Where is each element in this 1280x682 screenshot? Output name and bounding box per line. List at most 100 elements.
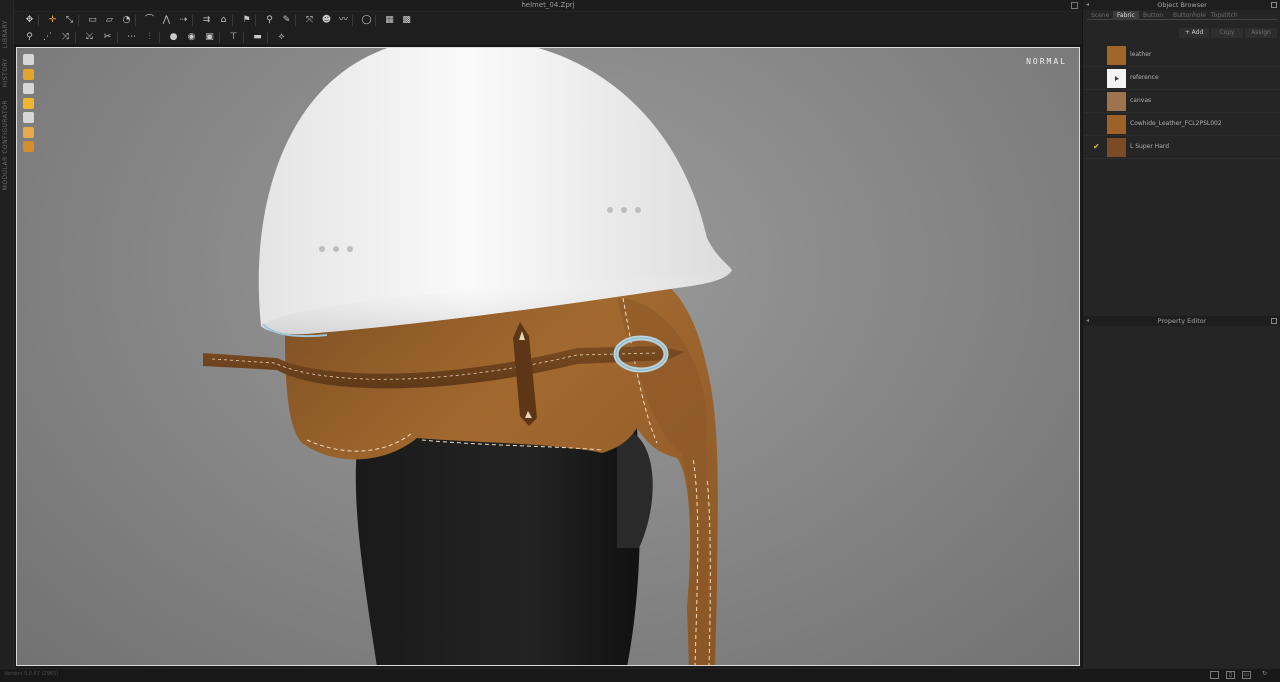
edit-point-icon[interactable]: ⤡	[64, 15, 75, 26]
fabric-list-item[interactable]: reference	[1083, 67, 1280, 90]
default-fabric-check-icon: ✔	[1093, 142, 1100, 151]
fabric-swatch[interactable]	[1107, 69, 1126, 88]
grid-icon[interactable]: ▦	[384, 15, 395, 26]
avatar-skin-icon[interactable]	[23, 126, 34, 138]
layout-pattern-icon[interactable]: ▭	[1242, 671, 1251, 679]
tack-icon[interactable]: ⚑	[241, 15, 252, 26]
vent-holes-left	[319, 246, 353, 252]
panel-pin-icon[interactable]: ◂	[1086, 316, 1089, 326]
fit-avatar-icon[interactable]: ☻	[321, 15, 332, 26]
toolbar-separator	[38, 15, 39, 26]
free-sewing-icon[interactable]: ⇉	[201, 15, 212, 26]
strengthen-icon[interactable]: ⤩	[84, 32, 95, 43]
create-rectangle-icon[interactable]: ▭	[87, 15, 98, 26]
toolbar-separator	[219, 32, 220, 43]
fabric-swatch[interactable]	[1107, 115, 1126, 134]
fabric-name: reference	[1130, 74, 1159, 81]
unfold-icon[interactable]: ⤧	[304, 15, 315, 26]
layout-single-icon[interactable]	[1210, 671, 1219, 679]
app-window: LIBRARY HISTORY MODULAR CONFIGURATOR hel…	[0, 0, 1280, 682]
tape-icon[interactable]: 〰	[338, 15, 349, 26]
library-tab[interactable]: LIBRARY	[2, 20, 9, 48]
shirring-icon[interactable]: ⤨	[60, 32, 71, 43]
fabric-list-item[interactable]: leather	[1083, 44, 1280, 67]
toolbar-separator	[243, 32, 244, 43]
add-fabric-button[interactable]: + Add	[1179, 28, 1209, 38]
title-bar: helmet_04.Zprj	[14, 0, 1082, 12]
buttonhole-icon[interactable]: ◉	[186, 32, 197, 43]
create-dart-icon[interactable]: ⋀	[161, 15, 172, 26]
fabric-list-item[interactable]: ✔ L Super Hard	[1083, 136, 1280, 159]
pattern-grid-icon[interactable]: ▩	[401, 15, 412, 26]
tab-topstitch[interactable]: Topstitch	[1207, 11, 1242, 20]
graphic-icon[interactable]: ✂	[102, 32, 113, 43]
toolbar-row-1: ✥ ✛ ⤡ ▭ ▱ ◔ ⌒ ⋀ ⇢ ⇉ ⌂ ⚑ ⚲ ✎ ⤧ ☻ 〰 ◯ ▦ ▩	[14, 12, 1082, 29]
fabric-name: L Super Hard	[1130, 143, 1170, 150]
segment-sewing-icon[interactable]: ⇢	[178, 15, 189, 26]
render-sphere-icon[interactable]	[23, 141, 34, 152]
object-browser-title: Object Browser	[1157, 1, 1207, 9]
ruler-icon[interactable]: ▬	[252, 32, 263, 43]
3d-viewport[interactable]: NORMAL	[16, 47, 1080, 666]
view-mode-label: NORMAL	[1026, 57, 1067, 66]
fold-arrangement-icon[interactable]: ⌂	[218, 15, 229, 26]
left-side-strip: LIBRARY HISTORY MODULAR CONFIGURATOR	[0, 0, 14, 682]
topstitch-icon[interactable]: ▣	[204, 32, 215, 43]
toolbar-separator	[159, 32, 160, 43]
transform-pattern-icon[interactable]: ✛	[47, 15, 58, 26]
toolbar-separator	[232, 15, 233, 26]
window-title: helmet_04.Zprj	[521, 1, 575, 9]
tab-buttonhole[interactable]: Buttonhole	[1169, 11, 1210, 20]
puckering-icon[interactable]: ⋰	[42, 32, 53, 43]
pin-icon[interactable]: ⚲	[264, 15, 275, 26]
toolbar-separator	[192, 15, 193, 26]
tab-fabric[interactable]: Fabric	[1113, 11, 1139, 20]
trace-icon[interactable]: ✎	[281, 15, 292, 26]
tab-scene[interactable]: Scene	[1087, 11, 1113, 20]
fabric-name: canvas	[1130, 97, 1152, 104]
maximize-icon[interactable]	[1071, 2, 1078, 9]
zipper-icon[interactable]: ⫶	[144, 32, 155, 43]
version-label: Version 5.0.67 (2965)	[4, 671, 59, 677]
edit-curvature-icon[interactable]: ⌒	[144, 15, 155, 26]
measure-icon[interactable]: ⊤	[228, 32, 239, 43]
object-browser-actions: + Add Copy Assign	[1083, 26, 1280, 40]
fabric-list-item[interactable]: canvas	[1083, 90, 1280, 113]
fabric-swatch[interactable]	[1107, 92, 1126, 111]
panel-pin-icon[interactable]: ◂	[1086, 0, 1089, 10]
avatar-display-icon[interactable]	[23, 83, 34, 94]
create-circle-icon[interactable]: ◔	[121, 15, 132, 26]
assign-fabric-button[interactable]: Assign	[1245, 28, 1277, 38]
toolbar-separator	[375, 15, 376, 26]
panel-float-icon[interactable]	[1271, 318, 1277, 324]
toolbar-row-2: ⚲ ⋰ ⤨ ⤩ ✂ ⋯ ⫶ ● ◉ ▣ ⊤ ▬ ⟡	[14, 29, 1082, 46]
history-tab[interactable]: HISTORY	[2, 58, 9, 87]
pattern-display-icon[interactable]	[23, 68, 34, 80]
texture-icon[interactable]: ⋯	[126, 32, 137, 43]
toolbar-separator	[75, 32, 76, 43]
layout-split-icon[interactable]: ▯	[1226, 671, 1235, 679]
gizmo-icon[interactable]: ⟡	[276, 32, 287, 43]
fabric-list-item[interactable]: Cowhide_Leather_FCL2PSL002	[1083, 113, 1280, 136]
fabric-swatch[interactable]	[1107, 46, 1126, 65]
cloth-mode-icon[interactable]	[23, 112, 34, 123]
fabric-display-icon[interactable]	[23, 97, 34, 109]
copy-fabric-button[interactable]: Copy	[1211, 28, 1243, 38]
create-polygon-icon[interactable]: ▱	[104, 15, 115, 26]
panel-float-icon[interactable]	[1271, 2, 1277, 8]
avatar-measure-icon[interactable]: ⚲	[24, 32, 35, 43]
property-editor-header: ◂ Property Editor	[1083, 316, 1280, 326]
ring-icon[interactable]: ◯	[361, 15, 372, 26]
viewport-display-toolbar	[23, 54, 35, 156]
object-browser-header: ◂ Object Browser	[1083, 0, 1280, 10]
refresh-icon[interactable]: ↻	[1260, 671, 1269, 679]
vent-holes-right	[607, 207, 641, 213]
right-panel: ◂ Object Browser Scene Fabric Button Button…	[1082, 0, 1280, 682]
garment-display-icon[interactable]	[23, 54, 34, 65]
select-move-icon[interactable]: ✥	[24, 15, 35, 26]
toolbar-separator	[255, 15, 256, 26]
button-icon[interactable]: ●	[168, 32, 179, 43]
modular-configurator-tab[interactable]: MODULAR CONFIGURATOR	[2, 100, 9, 190]
fabric-swatch[interactable]	[1107, 138, 1126, 157]
tab-button[interactable]: Button	[1139, 11, 1167, 20]
